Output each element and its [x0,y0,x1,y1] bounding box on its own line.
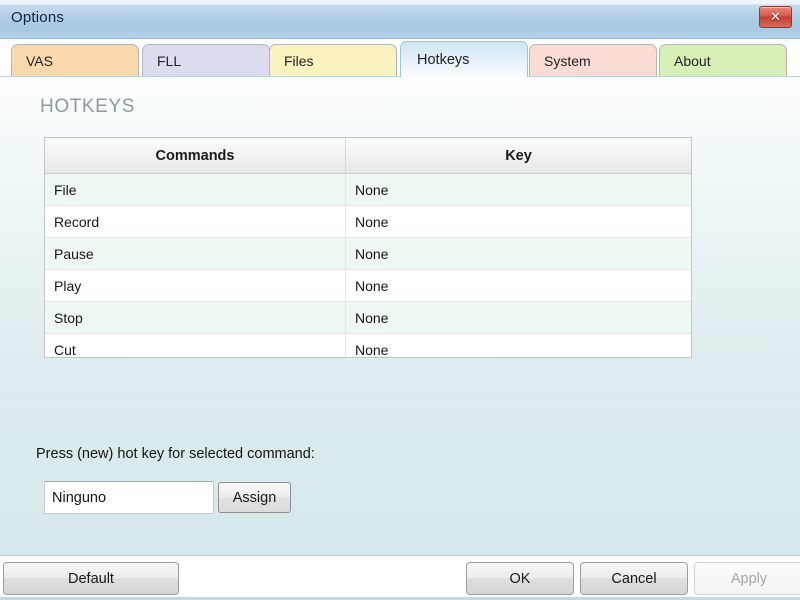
table-body: File None Record None Pause None Play None Stop N… [45,173,691,357]
tab-fll[interactable]: FLL [142,44,270,77]
tab-system[interactable]: System [529,44,657,77]
window-titlebar: Options ✕ [0,0,800,39]
cell-key: None [345,269,691,302]
close-icon: ✕ [770,9,781,25]
column-header-key[interactable]: Key [345,138,691,174]
tab-label: Files [284,53,314,69]
dialog-footer: Default OK Cancel Apply [0,555,800,600]
cell-command: Stop [45,301,346,334]
cell-command: Pause [45,237,346,270]
ok-button[interactable]: OK [466,562,574,595]
table-row[interactable]: File None [45,173,691,206]
table-row[interactable]: Record None [45,205,691,238]
table-header-row: Commands Key [45,138,691,174]
tab-strip: VAS FLL Files Hotkeys System About [0,39,800,77]
tab-label: About [674,53,711,69]
tab-about[interactable]: About [659,44,787,77]
tab-files[interactable]: Files [269,44,397,77]
cell-command: File [45,173,346,206]
cell-key: None [345,237,691,270]
hotkeys-table: Commands Key File None Record None Pause None… [45,138,691,357]
cell-key: None [345,173,691,206]
cancel-button[interactable]: Cancel [580,562,688,595]
tab-vas[interactable]: VAS [11,44,139,77]
table-row[interactable]: Pause None [45,237,691,270]
assign-button[interactable]: Assign [218,482,291,513]
hotkey-input[interactable] [44,481,214,514]
tab-hotkeys[interactable]: Hotkeys [400,41,528,77]
column-header-commands[interactable]: Commands [45,138,346,174]
cell-command: Record [45,205,346,238]
table-row[interactable]: Play None [45,269,691,302]
tab-label: Hotkeys [417,51,470,68]
table-row[interactable]: Cut None [45,333,691,357]
tab-label: FLL [157,53,182,69]
table-row[interactable]: Stop None [45,301,691,334]
hotkeys-table-container[interactable]: Commands Key File None Record None Pause None… [44,137,692,358]
cell-command: Cut [45,333,346,357]
page-title: HOTKEYS [40,96,135,117]
tab-label: VAS [26,53,53,69]
cell-key: None [345,333,691,357]
cell-key: None [345,301,691,334]
cell-command: Play [45,269,346,302]
default-button[interactable]: Default [3,562,179,595]
tab-panel-hotkeys: HOTKEYS Commands Key File None Record None P… [0,76,800,555]
cell-key: None [345,205,691,238]
tab-label: System [544,53,591,69]
options-dialog: Options ✕ VAS FLL Files Hotkeys System About … [0,0,800,600]
table-head: Commands Key [45,138,691,174]
close-button[interactable]: ✕ [759,6,792,28]
window-title: Options [11,9,65,26]
apply-button[interactable]: Apply [694,562,800,595]
hotkey-prompt-label: Press (new) hot key for selected command… [36,446,315,462]
